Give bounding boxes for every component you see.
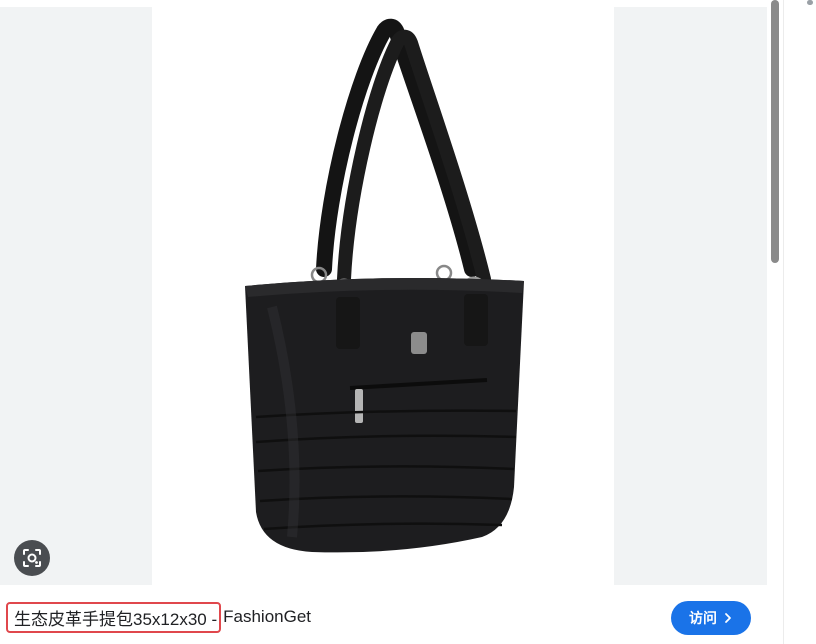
zipper-pull xyxy=(355,389,363,423)
image-preview-panel: 生态皮革手提包35x12x30 - FashionGet 访问 xyxy=(0,0,816,644)
caption-title-highlighted: 生态皮革手提包35x12x30 - xyxy=(6,601,222,633)
product-image[interactable] xyxy=(152,7,614,585)
visit-button[interactable]: 访问 xyxy=(671,601,751,635)
side-scroll-thumb[interactable] xyxy=(807,0,813,5)
visit-button-label: 访问 xyxy=(689,610,717,626)
scrollbar[interactable] xyxy=(769,0,782,644)
tab-right xyxy=(464,294,488,346)
side-panel-edge xyxy=(783,0,816,644)
image-caption: 生态皮革手提包35x12x30 - FashionGet 访问 xyxy=(0,597,767,641)
lens-search-button[interactable] xyxy=(14,540,50,576)
chevron-right-icon xyxy=(725,613,731,623)
ring-back-right xyxy=(435,264,453,282)
tab-left xyxy=(336,297,360,349)
tote-bag-illustration xyxy=(245,18,524,553)
caption-title-link[interactable]: 生态皮革手提包35x12x30 - FashionGet xyxy=(6,601,312,633)
logo-plate xyxy=(411,332,427,354)
lens-search-icon xyxy=(23,549,41,567)
caption-title-site: FashionGet xyxy=(223,607,312,626)
image-area xyxy=(0,7,767,585)
scroll-thumb[interactable] xyxy=(771,0,779,263)
